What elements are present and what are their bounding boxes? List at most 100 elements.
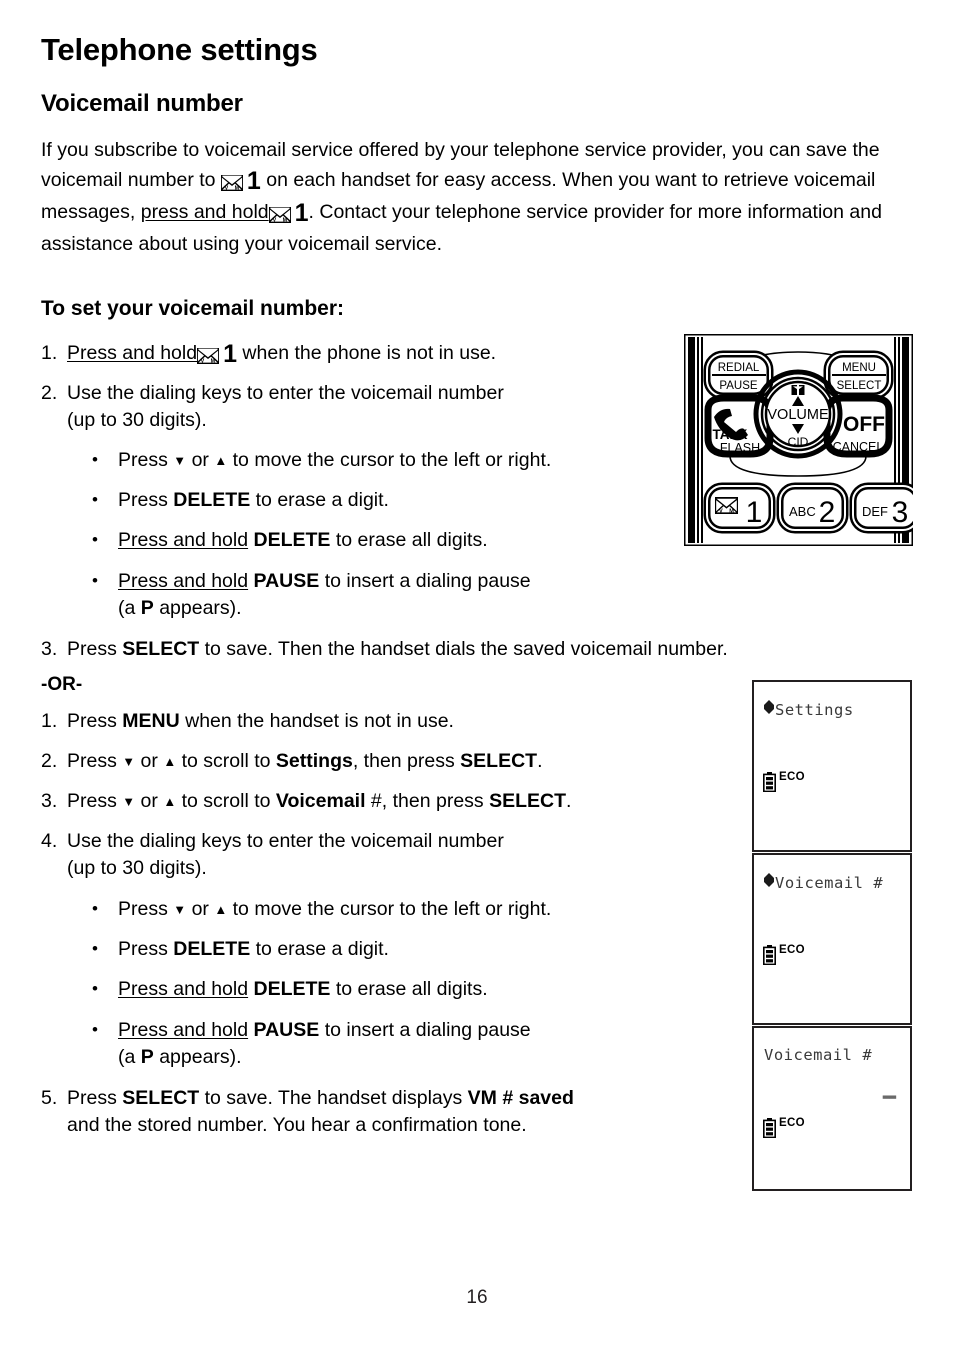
step-text-post: when the handset is not in use.	[179, 710, 454, 732]
section-title: Voicemail number	[41, 90, 243, 117]
step-text: Use the dialing keys to enter the voicem…	[67, 380, 661, 434]
key-label-pause: PAUSE	[253, 570, 320, 592]
step-text: Use the dialing keys to enter the voicem…	[67, 828, 741, 882]
procedure-1-bullet-1: • Press ▼ or ▲ to move the cursor to the…	[92, 447, 682, 474]
step-number: 4.	[41, 830, 58, 852]
step-line-2: (up to 30 digits).	[67, 409, 207, 431]
manual-page: Telephone settings Voicemail number If y…	[0, 0, 954, 1354]
bullet-tail: to insert a dialing pause	[324, 1019, 531, 1041]
svg-text:TALK: TALK	[713, 427, 748, 442]
svg-text:OFF: OFF	[843, 413, 885, 436]
step-text-mid: to scroll to	[176, 790, 276, 812]
bullet-text: Press and hold PAUSE to insert a dialing…	[118, 568, 682, 622]
key-label-delete: DELETE	[173, 938, 251, 960]
bullet-text: Press ▼ or ▲ to move the cursor to the l…	[118, 447, 682, 474]
up-arrow-icon: ▲	[214, 902, 228, 917]
press-and-hold-label: Press and hold	[67, 342, 198, 364]
up-arrow-icon: ▲	[163, 794, 177, 809]
step-text: Press ▼ or ▲ to scroll to Settings, then…	[67, 748, 741, 775]
bullet-tail: to erase all digits.	[335, 529, 488, 551]
step-text-post: .	[566, 790, 572, 812]
bullet-lead: Press	[118, 489, 168, 511]
procedure-1-heading: To set your voicemail number:	[41, 297, 345, 320]
key-label-delete: DELETE	[253, 529, 331, 551]
step-text: Press ▼ or ▲ to scroll to Voicemail #, t…	[67, 788, 741, 815]
bullet-dot: •	[92, 571, 98, 590]
up-arrow-icon: ▲	[214, 453, 228, 468]
bullet-line2-pre: (a	[118, 597, 141, 619]
svg-text:FLASH: FLASH	[720, 441, 760, 455]
procedure-2-bullet-3: • Press and hold DELETE to erase all dig…	[92, 976, 682, 1003]
bullet-lead: Press	[118, 898, 168, 920]
battery-eco-indicator: ECO	[763, 1117, 805, 1143]
or-separator: -OR-	[41, 674, 83, 695]
step-number: 1.	[41, 710, 58, 732]
step-line-2: (up to 30 digits).	[67, 857, 207, 879]
bullet-tail: to insert a dialing pause	[324, 570, 531, 592]
procedure-1-step-1: 1. Press and hold V M 1 when the phone is …	[41, 340, 661, 369]
lcd-text-cursor: ▂▂	[882, 1086, 896, 1099]
bullet-text: Press and hold DELETE to erase all digit…	[118, 527, 682, 554]
procedure-1-bullet-4: • Press and hold PAUSE to insert a diali…	[92, 568, 682, 622]
svg-text:MENU: MENU	[842, 362, 876, 374]
step-text: Press SELECT to save. Then the handset d…	[67, 636, 901, 663]
key-label-p: P	[140, 1046, 154, 1068]
bullet-tail: to move the cursor to the left or right.	[232, 449, 552, 471]
svg-text:M: M	[211, 359, 216, 364]
key-label-delete: DELETE	[253, 978, 331, 1000]
procedure-1-step-3: 3. Press SELECT to save. Then the handse…	[41, 636, 901, 663]
lcd-voicemail-menu: Voicemail # ECO	[752, 853, 912, 1025]
or-label: or	[135, 790, 164, 812]
step-text-pre: Press	[67, 750, 123, 772]
bullet-line2-post: appears).	[153, 1046, 242, 1068]
step-text-mid: to scroll to	[176, 750, 276, 772]
lcd-title-text: Voicemail #	[775, 874, 884, 892]
lcd-title-text: Settings	[775, 701, 854, 719]
step-line-1: Use the dialing keys to enter the voicem…	[67, 382, 504, 404]
svg-text:DEF: DEF	[862, 504, 888, 519]
step-text-pre: Press	[67, 790, 123, 812]
procedure-2-step-4: 4. Use the dialing keys to enter the voi…	[41, 828, 741, 882]
svg-text:V: V	[225, 186, 229, 191]
menu-item-voicemail-suffix: #	[365, 790, 382, 812]
svg-text:3: 3	[892, 496, 909, 529]
battery-icon	[763, 772, 776, 797]
step-text-post: .	[537, 750, 543, 772]
lcd-title-row: Voicemail #	[764, 1046, 872, 1064]
key-label-select: SELECT	[122, 1087, 200, 1109]
step-text-mid2: , then press	[381, 790, 490, 812]
svg-text:M: M	[235, 186, 240, 191]
bullet-lead: Press	[118, 449, 168, 471]
bullet-text: Press DELETE to erase a digit.	[118, 487, 682, 514]
page-number: 16	[466, 1287, 488, 1308]
svg-text:SELECT: SELECT	[837, 380, 882, 392]
key-label-select: SELECT	[489, 790, 567, 812]
svg-text:ABC: ABC	[789, 504, 816, 519]
step-number: 3.	[41, 790, 58, 812]
bullet-text: Press and hold PAUSE to insert a dialing…	[118, 1017, 682, 1071]
svg-text:V: V	[201, 359, 205, 364]
svg-text:2: 2	[819, 496, 836, 529]
or-label: or	[191, 449, 209, 471]
vm-key-label: 1	[246, 167, 261, 195]
eco-label: ECO	[779, 771, 805, 783]
press-and-hold-label: Press and hold	[118, 529, 249, 551]
bullet-dot: •	[92, 939, 98, 958]
step-text: Press SELECT to save. The handset displa…	[67, 1085, 741, 1139]
eco-label: ECO	[779, 1117, 805, 1129]
procedure-1-bullet-2: • Press DELETE to erase a digit.	[92, 487, 682, 514]
battery-eco-indicator: ECO	[763, 771, 805, 797]
bullet-dot: •	[92, 899, 98, 918]
bullet-text: Press DELETE to erase a digit.	[118, 936, 682, 963]
procedure-2-step-2: 2. Press ▼ or ▲ to scroll to Settings, t…	[41, 748, 741, 775]
lcd-title-text: Voicemail #	[764, 1046, 873, 1064]
bullet-tail: to move the cursor to the left or right.	[232, 898, 552, 920]
up-arrow-icon: ▲	[163, 754, 177, 769]
key-label-select: SELECT	[460, 750, 538, 772]
procedure-2-step-5: 5. Press SELECT to save. The handset dis…	[41, 1085, 741, 1139]
step-text-pre: Press	[67, 710, 123, 732]
envelope-voicemail-icon: V M 1	[197, 341, 237, 369]
scroll-indicator-icon	[764, 700, 774, 718]
menu-item-voicemail: Voicemail	[275, 790, 366, 812]
envelope-voicemail-icon: V M 1	[268, 198, 309, 229]
